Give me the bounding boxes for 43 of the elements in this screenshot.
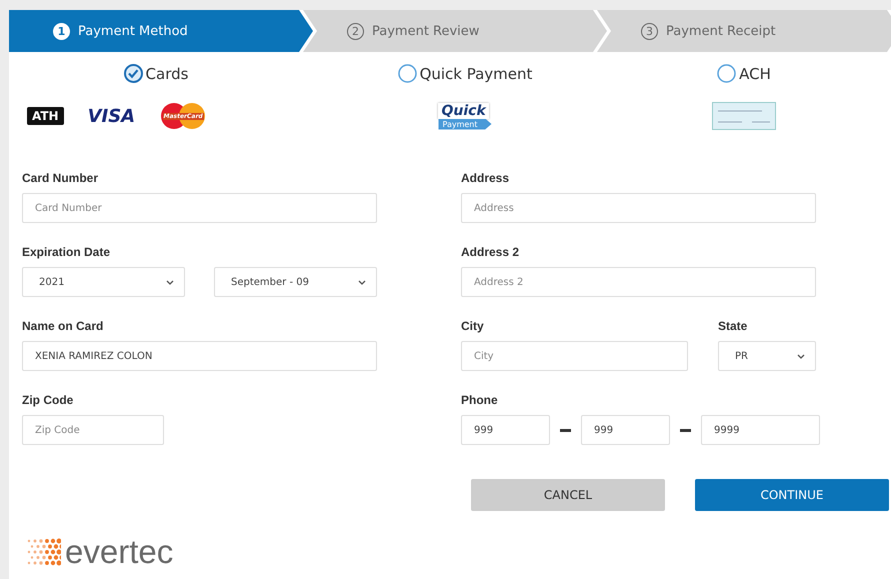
caret-icon — [166, 280, 174, 284]
check-icon — [712, 102, 776, 130]
step-number: 3 — [641, 22, 658, 40]
select-field[interactable]: September - 09 — [214, 267, 377, 297]
input-field[interactable]: Address 2 — [461, 267, 816, 297]
brand-name: evertec — [65, 535, 174, 568]
field-label: State — [718, 319, 748, 333]
cancel-button[interactable]: CANCEL — [471, 479, 665, 511]
step-number: 1 — [53, 22, 70, 40]
dotted-sphere-icon — [25, 536, 61, 566]
field-label: Phone — [461, 393, 499, 407]
input-field[interactable]: City — [461, 341, 688, 371]
field-label: Zip Code — [22, 393, 74, 407]
select-field[interactable]: PR — [718, 341, 816, 371]
step-tab[interactable]: 2 Payment Review — [303, 10, 607, 52]
dash-separator — [680, 428, 691, 432]
dash-separator — [560, 428, 571, 432]
input-field[interactable]: 999 — [581, 415, 670, 445]
radio-option[interactable]: ACH — [717, 64, 771, 83]
caret-icon — [358, 280, 366, 284]
field-label: Name on Card — [22, 319, 104, 333]
input-field[interactable]: 999 — [461, 415, 550, 445]
input-field[interactable]: Card Number — [22, 193, 377, 223]
input-field[interactable]: Address — [461, 193, 816, 223]
field-label: Card Number — [22, 171, 100, 185]
continue-button[interactable]: CONTINUE — [695, 479, 889, 511]
input-field[interactable]: XENIA RAMIREZ COLON — [22, 341, 377, 371]
step-tab[interactable]: 3 Payment Receipt — [597, 10, 891, 52]
ath-logo: ATH — [27, 107, 64, 125]
field-label: Address 2 — [461, 245, 520, 259]
radio-option[interactable]: Quick Payment — [398, 64, 532, 83]
caret-icon — [797, 354, 805, 358]
step-tab[interactable]: 1 Payment Method — [9, 10, 313, 52]
field-label: Address — [461, 171, 510, 185]
select-field[interactable]: 2021 — [22, 267, 185, 297]
field-label: City — [461, 319, 485, 333]
field-label: Expiration Date — [22, 245, 112, 259]
quick-payment-logo: Quick Payment — [438, 102, 492, 130]
visa-logo: VISA — [88, 106, 136, 126]
step-number: 2 — [347, 22, 364, 40]
radio-option[interactable]: Cards — [124, 64, 188, 83]
input-field[interactable]: 9999 — [701, 415, 820, 445]
input-field[interactable]: Zip Code — [22, 415, 164, 445]
